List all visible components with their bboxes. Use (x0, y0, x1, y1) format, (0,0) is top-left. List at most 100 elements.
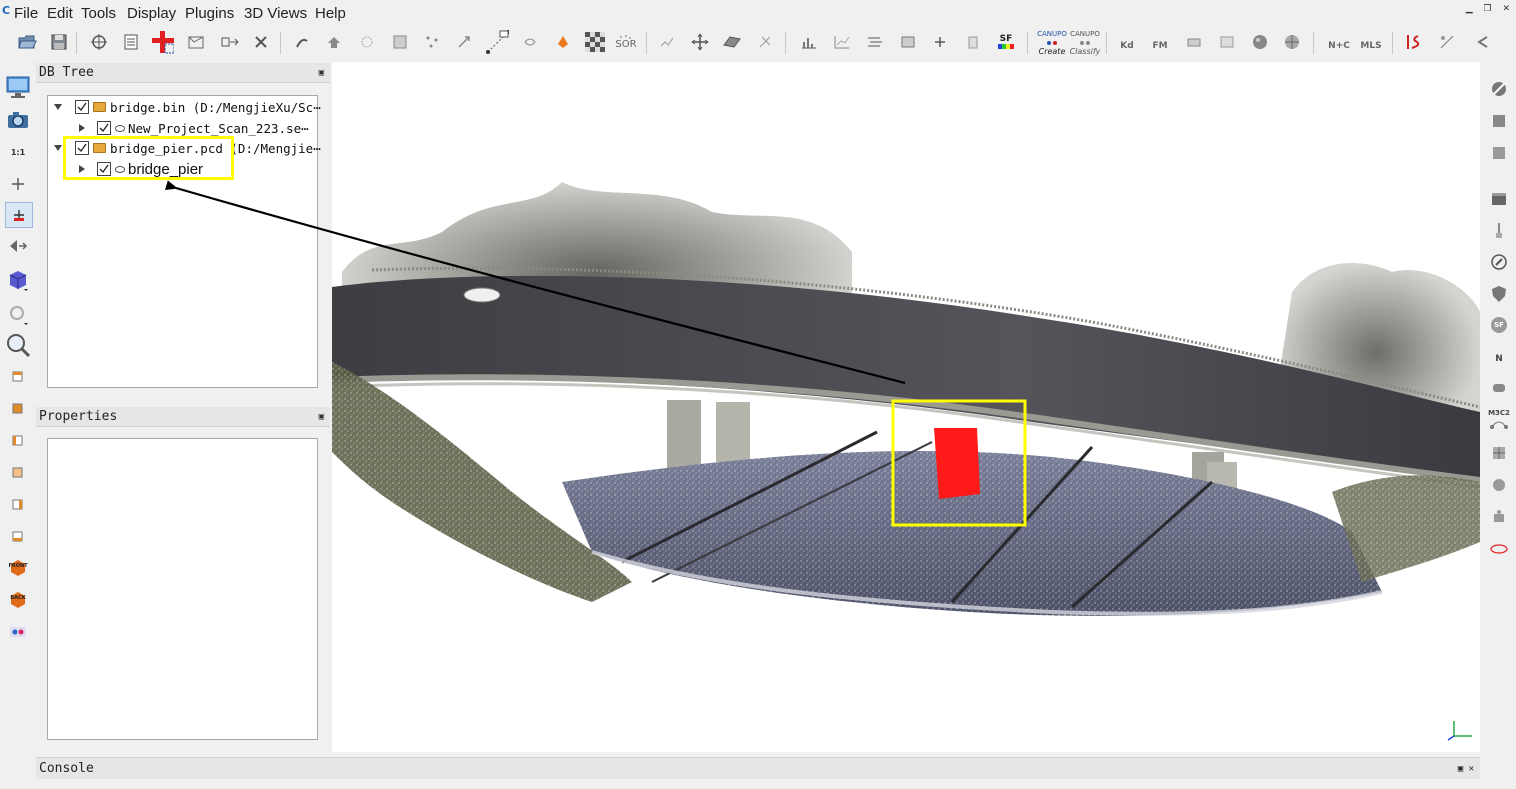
point-picking-icon[interactable] (485, 30, 509, 54)
perspective-icon[interactable] (5, 234, 31, 258)
measure-icon[interactable] (1435, 30, 1459, 54)
tree-item-label: bridge.bin (D:/MengjieXu/Sc⋯ (110, 99, 321, 115)
normal-button[interactable]: N (1487, 348, 1511, 370)
checkbox[interactable] (97, 121, 111, 135)
left-view-icon[interactable] (5, 428, 31, 452)
sf-globe-button[interactable]: SF (1487, 314, 1511, 336)
pivot-visibility-icon[interactable] (5, 202, 33, 228)
undo-icon[interactable] (1470, 30, 1494, 54)
kd-tree-button[interactable]: Kd (1115, 34, 1139, 58)
compass-icon[interactable] (1487, 251, 1511, 273)
compute-icon[interactable] (753, 30, 777, 54)
tree-item-scan-cloud[interactable]: New_Project_Scan_223.se⋯ (79, 118, 309, 138)
checkbox[interactable] (75, 100, 89, 114)
tree-item-bridge-bin[interactable]: bridge.bin (D:/MengjieXu/Sc⋯ (54, 97, 321, 117)
delete-icon[interactable] (249, 30, 273, 54)
ellipse-icon[interactable] (1487, 538, 1511, 560)
mesh-icon[interactable] (388, 30, 412, 54)
scalar-field-button[interactable]: SF (994, 30, 1018, 54)
pivot-icon[interactable] (5, 172, 31, 196)
undock-icon[interactable]: ▣ (319, 407, 324, 427)
minimize-icon[interactable]: ▁ (1466, 4, 1473, 14)
back-view-icon[interactable] (5, 460, 31, 484)
stereo-icon[interactable] (5, 620, 31, 644)
normals-icon[interactable] (290, 30, 314, 54)
list-icon[interactable] (119, 30, 143, 54)
noise-filter-icon[interactable] (655, 30, 679, 54)
undock-icon[interactable]: ▣ (319, 63, 324, 83)
robot-icon[interactable] (1487, 506, 1511, 528)
image-icon[interactable] (1487, 110, 1511, 132)
image-alt-icon[interactable] (1487, 142, 1511, 164)
undock-icon[interactable]: ▣ (1458, 764, 1463, 774)
translate-rotate-icon[interactable] (218, 30, 242, 54)
fm-button[interactable]: FM (1148, 34, 1172, 58)
color-icon[interactable] (551, 30, 575, 54)
globe-icon[interactable] (1280, 30, 1304, 54)
print-icon[interactable] (1182, 30, 1206, 54)
sphere-icon[interactable] (1248, 30, 1272, 54)
bottom-view-icon[interactable] (5, 524, 31, 548)
mls-button[interactable]: MLS (1358, 34, 1384, 58)
camera-icon[interactable] (5, 108, 31, 132)
n-plus-c-button[interactable]: N+C (1324, 34, 1354, 58)
split-icon[interactable] (1401, 30, 1425, 54)
m3c2-button[interactable]: M3C2 (1487, 406, 1511, 434)
menu-display[interactable]: Display (127, 5, 176, 22)
scale-icon[interactable] (452, 30, 476, 54)
brush-icon[interactable] (1487, 220, 1511, 242)
3d-view[interactable] (332, 62, 1480, 752)
add-icon[interactable] (928, 30, 952, 54)
front-view-icon[interactable] (5, 396, 31, 420)
disable-icon[interactable] (1487, 78, 1511, 100)
open-file-icon[interactable] (15, 30, 39, 54)
sample-points-icon[interactable] (87, 30, 111, 54)
cross-section-icon[interactable] (518, 30, 542, 54)
circle-icon[interactable] (1487, 474, 1511, 496)
zoom-icon[interactable] (5, 330, 31, 360)
save-icon[interactable] (47, 30, 71, 54)
canupo-create-button[interactable]: CANUPO Create (1036, 28, 1068, 58)
align-icon[interactable] (863, 30, 887, 54)
export-icon[interactable] (1215, 30, 1239, 54)
merge-icon[interactable] (150, 30, 174, 54)
close-icon[interactable]: ✕ (1469, 764, 1474, 774)
menu-file[interactable]: File (14, 5, 38, 22)
expand-arrow-icon[interactable] (54, 145, 62, 151)
menu-help[interactable]: Help (315, 5, 346, 22)
menu-3d-views[interactable]: 3D Views (244, 5, 307, 22)
remove-sf-icon[interactable] (961, 30, 985, 54)
orient-normals-icon[interactable] (322, 30, 346, 54)
clapper-icon[interactable] (1487, 188, 1511, 210)
stats-icon[interactable] (830, 30, 854, 54)
expand-arrow-icon[interactable] (54, 104, 62, 110)
shield-icon[interactable] (1487, 283, 1511, 305)
subsample-icon[interactable] (420, 30, 444, 54)
plane-icon[interactable] (720, 30, 744, 54)
expand-arrow-icon[interactable] (79, 124, 85, 132)
list-view-icon[interactable] (896, 30, 920, 54)
close-icon[interactable]: ✕ (1502, 4, 1510, 14)
restore-icon[interactable]: ❐ (1484, 4, 1492, 14)
front-iso-view-button[interactable]: FRONT (5, 556, 31, 580)
octree-icon[interactable] (355, 30, 379, 54)
menu-tools[interactable]: Tools (81, 5, 116, 22)
move-icon[interactable] (688, 30, 712, 54)
menu-edit[interactable]: Edit (47, 5, 73, 22)
right-view-icon[interactable] (5, 492, 31, 516)
menu-plugins[interactable]: Plugins (185, 5, 234, 22)
cube-view-icon[interactable] (5, 268, 31, 292)
scale-one-to-one-button[interactable]: 1:1 (5, 140, 31, 164)
canupo-classify-bottom-label: Classify (1069, 47, 1101, 56)
top-view-icon[interactable] (5, 364, 31, 388)
sor-filter-button[interactable]: SOR (614, 30, 638, 54)
back-iso-view-button[interactable]: BACK (5, 588, 31, 612)
screen-icon[interactable] (5, 74, 31, 102)
checker-icon[interactable] (583, 30, 607, 54)
canupo-classify-button[interactable]: CANUPO Classify (1069, 28, 1101, 58)
grid-icon[interactable] (1487, 442, 1511, 464)
histogram-icon[interactable] (797, 30, 821, 54)
light-icon[interactable] (5, 302, 31, 326)
chat-icon[interactable] (1487, 378, 1511, 400)
segment-icon[interactable] (184, 30, 208, 54)
